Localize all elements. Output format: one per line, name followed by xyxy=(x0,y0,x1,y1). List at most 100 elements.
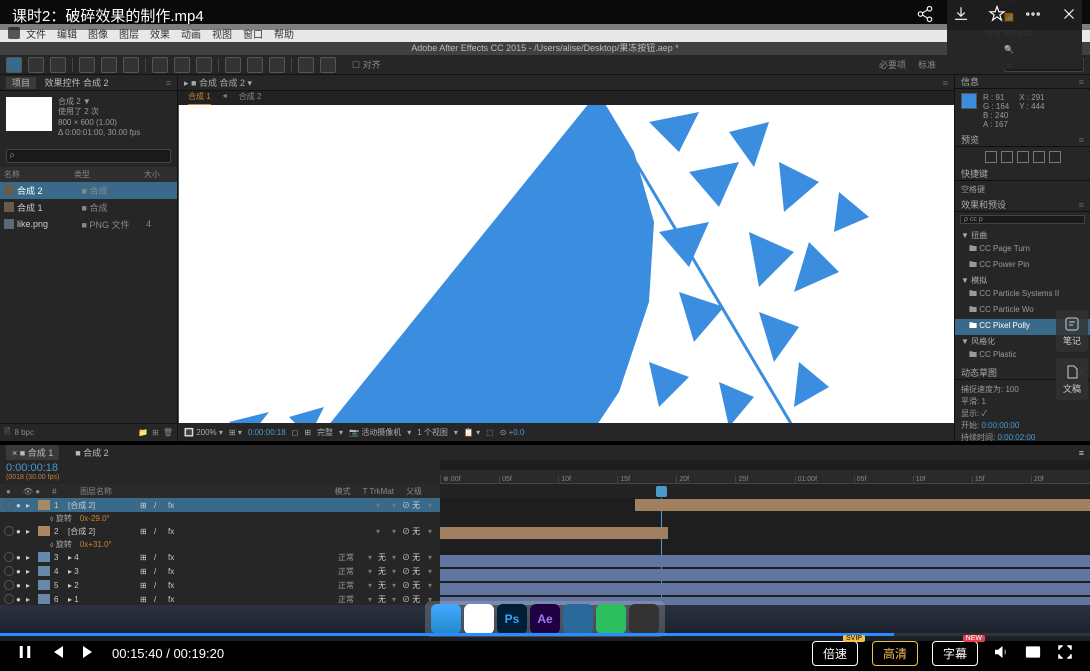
col-type[interactable]: 类型 xyxy=(74,169,144,180)
prev-frame-button[interactable] xyxy=(1001,151,1013,163)
last-frame-button[interactable] xyxy=(1049,151,1061,163)
more-button[interactable] xyxy=(1024,5,1042,26)
photoshop-icon[interactable]: Ps xyxy=(497,604,527,634)
effect-category[interactable]: ▼ 扭曲 xyxy=(955,229,1090,242)
col-name[interactable]: 名称 xyxy=(4,169,74,180)
effect-item[interactable]: 🖿 CC Page Turn xyxy=(955,242,1090,258)
timeline-navigator[interactable] xyxy=(440,460,1090,470)
quality-button[interactable]: 高清 xyxy=(872,641,918,666)
puppet-tool[interactable] xyxy=(320,57,336,73)
evernote-icon[interactable] xyxy=(596,604,626,634)
effects-tab[interactable]: 效果和预设 xyxy=(961,198,1006,211)
clone-tool[interactable] xyxy=(247,57,263,73)
layer-row[interactable]: ●▸2[合成 2]⊞/fx▾▾⊘ 无▾ xyxy=(0,524,440,538)
camera-icon[interactable]: 📷 活动摄像机 xyxy=(349,427,401,438)
finder-icon[interactable] xyxy=(431,604,461,634)
hand-tool[interactable] xyxy=(28,57,44,73)
grid-icon[interactable]: ⊞ xyxy=(304,428,311,437)
viewer-timecode[interactable]: 0:00:00:18 xyxy=(248,428,286,437)
quality-selector[interactable]: 完整 xyxy=(317,427,333,438)
chrome-icon[interactable] xyxy=(464,604,494,634)
pan-behind-tool[interactable] xyxy=(123,57,139,73)
download-button[interactable] xyxy=(952,5,970,26)
notifications-icon[interactable]: ☰ xyxy=(1005,60,1012,69)
close-button[interactable] xyxy=(1060,5,1078,26)
viewer-tab[interactable]: 合成 合成 2 xyxy=(199,78,245,88)
effect-item[interactable]: 🖿 CC Power Pin xyxy=(955,258,1090,274)
effects-search-input[interactable] xyxy=(960,215,1085,224)
panel-menu-icon[interactable]: ≡ xyxy=(943,78,948,88)
first-frame-button[interactable] xyxy=(985,151,997,163)
progress-bar[interactable] xyxy=(0,633,1090,636)
app-icon[interactable] xyxy=(629,604,659,634)
time-ruler[interactable]: ⊕ 00f05f10f15f20f25f01:00f05f10f15f20f xyxy=(440,470,1090,484)
project-item[interactable]: 合成 1■ 合成 xyxy=(0,199,177,216)
breadcrumb-1[interactable]: 合成 1 xyxy=(188,91,211,105)
volume-button[interactable] xyxy=(992,643,1010,664)
effect-category[interactable]: ▼ 模拟 xyxy=(955,274,1090,287)
camera-tool[interactable] xyxy=(101,57,117,73)
panel-menu-icon[interactable]: ≡ xyxy=(166,78,171,88)
project-list[interactable]: 合成 2■ 合成合成 1■ 合成like.png■ PNG 文件4 xyxy=(0,182,177,423)
trash-icon[interactable]: 🗑 xyxy=(163,428,173,437)
eraser-tool[interactable] xyxy=(269,57,285,73)
zoom-selector[interactable]: 🔳 200% ▾ xyxy=(184,428,223,437)
spotlight-icon[interactable]: 🔍 xyxy=(1004,45,1014,54)
next-chapter-button[interactable] xyxy=(80,643,98,664)
roi-icon[interactable]: ◻ xyxy=(292,428,299,437)
motion-sketch-tab[interactable]: 动态草图 xyxy=(961,366,997,379)
interpret-footage-icon[interactable]: 🖹 xyxy=(4,426,10,440)
fast-previews-icon[interactable]: 📋 ▾ xyxy=(464,428,480,437)
shortcut-value[interactable]: 空格键 xyxy=(955,181,1090,198)
layer-property-rotation[interactable]: ⬨ 旋转0x+31.0° xyxy=(0,538,440,550)
layer-property-rotation[interactable]: ⬨ 旋转0x-29.0° xyxy=(0,512,440,524)
views-selector[interactable]: 1 个视图 xyxy=(417,427,448,438)
fullscreen-button[interactable] xyxy=(1056,643,1074,664)
new-comp-icon[interactable]: ⊞ xyxy=(152,428,159,437)
rotate-tool[interactable] xyxy=(79,57,95,73)
exposure-value[interactable]: ⊙ +0.0 xyxy=(500,428,525,437)
project-tab[interactable]: 项目 xyxy=(6,77,36,89)
play-button[interactable] xyxy=(1017,151,1029,163)
breadcrumb-2[interactable]: 合成 2 xyxy=(239,91,262,105)
layer-row[interactable]: ●▸3▸ 4⊞/fx正常▾无▾⊘ 无▾ xyxy=(0,550,440,564)
workspace-essentials[interactable]: 必要项 xyxy=(879,58,906,72)
play-pause-button[interactable] xyxy=(16,643,34,664)
roto-tool[interactable] xyxy=(298,57,314,73)
speed-button[interactable]: 倍速SVIP xyxy=(812,641,858,666)
snap-toggle[interactable]: ☐ 对齐 xyxy=(352,58,381,71)
3d-icon[interactable]: ⬚ xyxy=(486,428,494,437)
shape-tool[interactable] xyxy=(152,57,168,73)
effect-item[interactable]: 🖿 CC Particle Systems II xyxy=(955,287,1090,303)
brush-tool[interactable] xyxy=(225,57,241,73)
preview-tab[interactable]: 预览 xyxy=(961,133,979,146)
viewer-canvas[interactable] xyxy=(178,105,954,423)
pip-button[interactable] xyxy=(1024,643,1042,664)
favorite-button[interactable] xyxy=(988,5,1006,26)
project-item[interactable]: like.png■ PNG 文件4 xyxy=(0,216,177,233)
workspace-standard[interactable]: 标准 xyxy=(918,58,936,72)
col-size[interactable]: 大小 xyxy=(144,169,173,180)
next-frame-button[interactable] xyxy=(1033,151,1045,163)
transcript-button[interactable]: 文稿 xyxy=(1056,358,1088,400)
motion-show[interactable]: 显示: ✓ xyxy=(961,408,1084,420)
macos-dock[interactable]: Ps Ae xyxy=(425,601,665,637)
timeline-timecode[interactable]: 0:00:00:18 xyxy=(6,462,434,474)
layer-row[interactable]: ●▸6▸ 1⊞/fx正常▾无▾⊘ 无▾ xyxy=(0,592,440,606)
text-tool[interactable] xyxy=(196,57,212,73)
prev-chapter-button[interactable] xyxy=(48,643,66,664)
share-button[interactable] xyxy=(916,5,934,26)
project-item[interactable]: 合成 2■ 合成 xyxy=(0,182,177,199)
layer-row[interactable]: ●▸1[合成 2]⊞/fx▾▾⊘ 无▾ xyxy=(0,498,440,512)
info-tab[interactable]: 信息 xyxy=(961,75,979,88)
pen-tool[interactable] xyxy=(174,57,190,73)
notes-button[interactable]: 笔记 xyxy=(1056,310,1088,352)
selection-tool[interactable] xyxy=(6,57,22,73)
bpc-indicator[interactable]: 8 bpc xyxy=(14,428,34,437)
new-folder-icon[interactable]: 📁 xyxy=(138,428,148,437)
zoom-tool[interactable] xyxy=(50,57,66,73)
project-search-input[interactable] xyxy=(6,149,171,163)
layer-row[interactable]: ●▸5▸ 2⊞/fx正常▾无▾⊘ 无▾ xyxy=(0,578,440,592)
aftereffects-icon[interactable]: Ae xyxy=(530,604,560,634)
timeline-tab-1[interactable]: × ■ 合成 1 xyxy=(6,445,59,460)
